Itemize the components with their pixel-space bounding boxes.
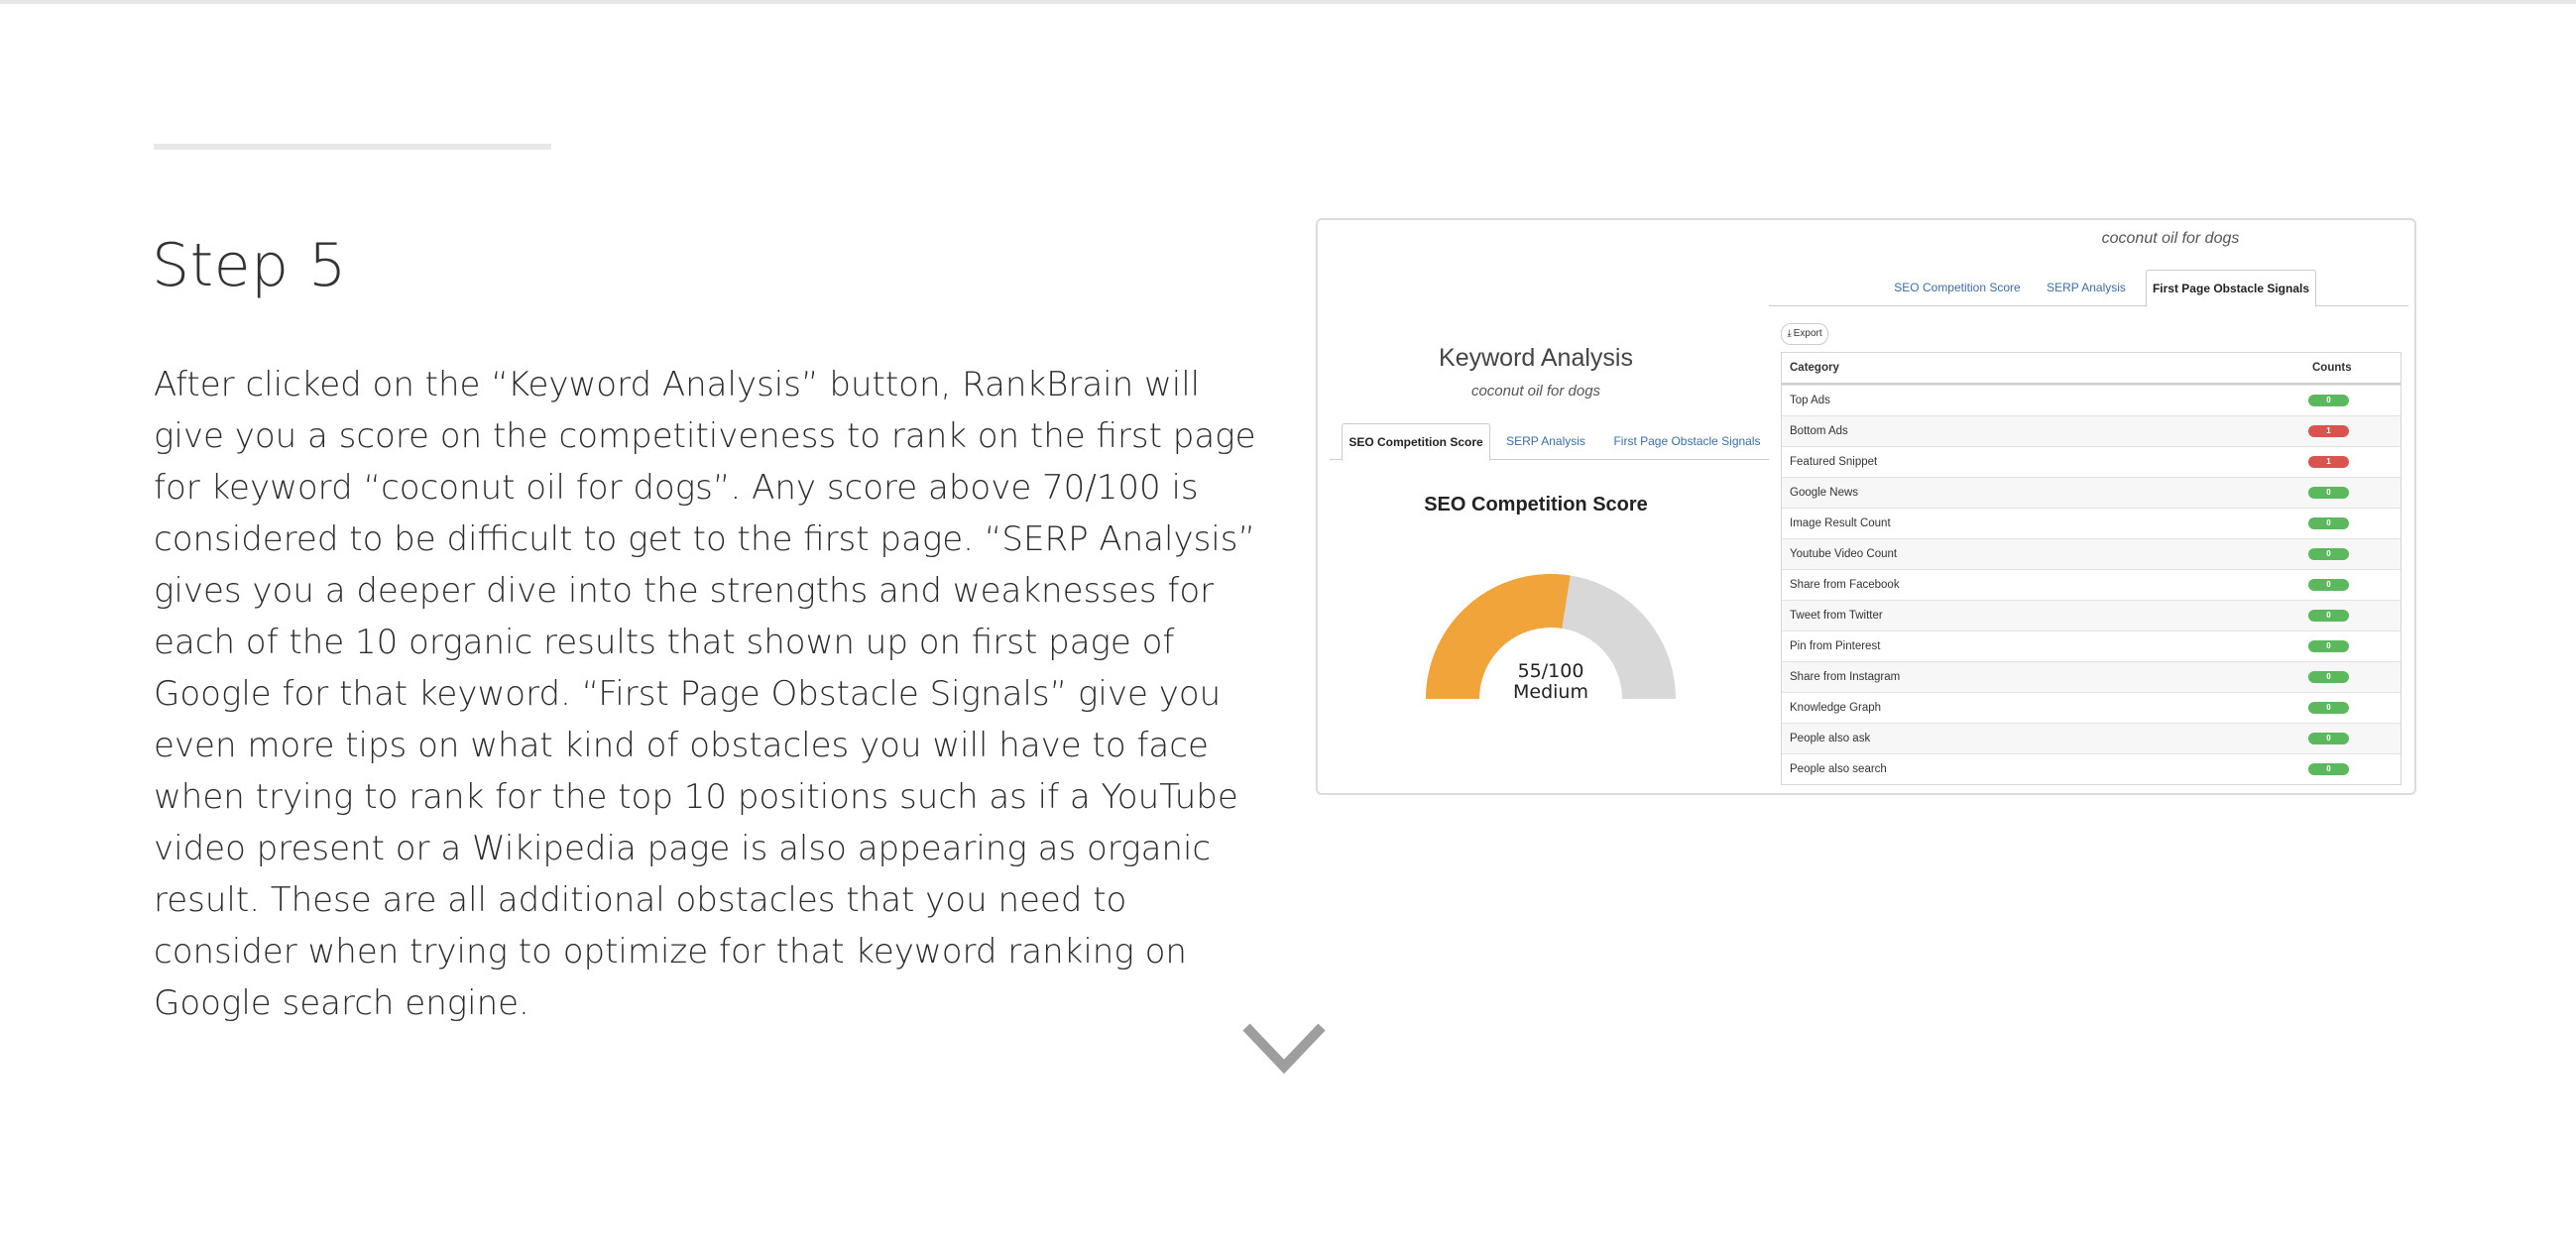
table-row: Pin from Pinterest 0: [1782, 630, 2400, 661]
row-category: Top Ads: [1790, 395, 1830, 406]
top-divider: [0, 0, 2576, 4]
tab-seo-competition-score[interactable]: SEO Competition Score: [1342, 423, 1490, 461]
table-row: Top Ads 0: [1782, 385, 2400, 415]
row-category: Bottom Ads: [1790, 425, 1848, 437]
table-row: Tweet from Twitter 0: [1782, 600, 2400, 630]
tab-first-page-obstacle-signals[interactable]: First Page Obstacle Signals: [2146, 270, 2316, 307]
obstacle-tabs: SEO Competition Score SERP Analysis Firs…: [1769, 270, 2408, 307]
table-row: People also ask 0: [1782, 723, 2400, 753]
count-badge: 0: [2308, 702, 2349, 714]
count-badge: 0: [2308, 579, 2349, 591]
count-badge: 1: [2308, 456, 2349, 468]
table-row: People also search 0: [1782, 753, 2400, 784]
count-badge: 0: [2308, 763, 2349, 775]
row-category: Youtube Video Count: [1790, 548, 1898, 560]
keyword-analysis-subtitle: coconut oil for dogs: [1470, 383, 1601, 400]
count-badge: 0: [2308, 487, 2349, 499]
table-row: Bottom Ads 1: [1782, 415, 2400, 446]
row-category: Featured Snippet: [1790, 456, 1878, 468]
rankbrain-screenshot: coconut oil for dogs SEO Competition Sco…: [1316, 218, 2416, 795]
row-category: People also search: [1790, 763, 1887, 775]
table-row: Knowledge Graph 0: [1782, 692, 2400, 723]
count-badge: 0: [2308, 671, 2349, 683]
seo-competition-score-title: SEO Competition Score: [1424, 494, 1648, 515]
column-header-category: Category: [1790, 362, 1839, 374]
count-badge: 0: [2308, 733, 2349, 744]
score-value: 55/100: [1517, 660, 1584, 682]
section-accent-rule: [154, 144, 551, 150]
count-badge: 1: [2308, 425, 2349, 437]
row-category: Tweet from Twitter: [1790, 610, 1883, 622]
count-badge: 0: [2308, 395, 2349, 406]
column-header-counts: Counts: [2312, 362, 2352, 374]
step-title: Step 5: [152, 231, 347, 300]
tab-serp-analysis[interactable]: SERP Analysis: [1496, 423, 1595, 459]
analysis-tabs: SEO Competition Score SERP Analysis Firs…: [1330, 423, 1769, 461]
keyword-heading: coconut oil for dogs: [2101, 230, 2240, 247]
count-badge: 0: [2308, 640, 2349, 652]
score-level: Medium: [1513, 681, 1588, 703]
row-category: People also ask: [1790, 733, 1871, 744]
tab-first-page-obstacle-signals[interactable]: First Page Obstacle Signals: [1605, 423, 1769, 459]
obstacle-signals-table: Category Counts Top Ads 0 Bottom Ads 1 Featu…: [1781, 352, 2401, 785]
count-badge: 0: [2308, 548, 2349, 560]
table-row: Image Result Count 0: [1782, 508, 2400, 538]
tab-serp-analysis[interactable]: SERP Analysis: [2037, 270, 2136, 305]
keyword-analysis-title: Keyword Analysis: [1439, 344, 1633, 372]
table-row: Featured Snippet 1: [1782, 446, 2400, 477]
row-category: Share from Instagram: [1790, 671, 1901, 683]
step-description: After clicked on the “Keyword Analysis” …: [154, 365, 1256, 1023]
download-icon: ⤓: [1787, 328, 1792, 339]
export-button[interactable]: ⤓ Export: [1781, 323, 1828, 345]
chevron-down-icon[interactable]: [1240, 1021, 1328, 1079]
tab-seo-competition-score[interactable]: SEO Competition Score: [1888, 270, 2027, 305]
count-badge: 0: [2308, 517, 2349, 529]
row-category: Image Result Count: [1790, 517, 1891, 529]
row-category: Google News: [1790, 487, 1859, 499]
count-badge: 0: [2308, 610, 2349, 622]
row-category: Pin from Pinterest: [1790, 640, 1881, 652]
table-row: Share from Facebook 0: [1782, 569, 2400, 600]
row-category: Knowledge Graph: [1790, 702, 1882, 714]
row-category: Share from Facebook: [1790, 579, 1900, 591]
table-row: Youtube Video Count 0: [1782, 538, 2400, 569]
export-label: Export: [1793, 328, 1822, 339]
table-row: Google News 0: [1782, 477, 2400, 508]
table-header-row: Category Counts: [1782, 353, 2400, 385]
table-row: Share from Instagram 0: [1782, 661, 2400, 692]
